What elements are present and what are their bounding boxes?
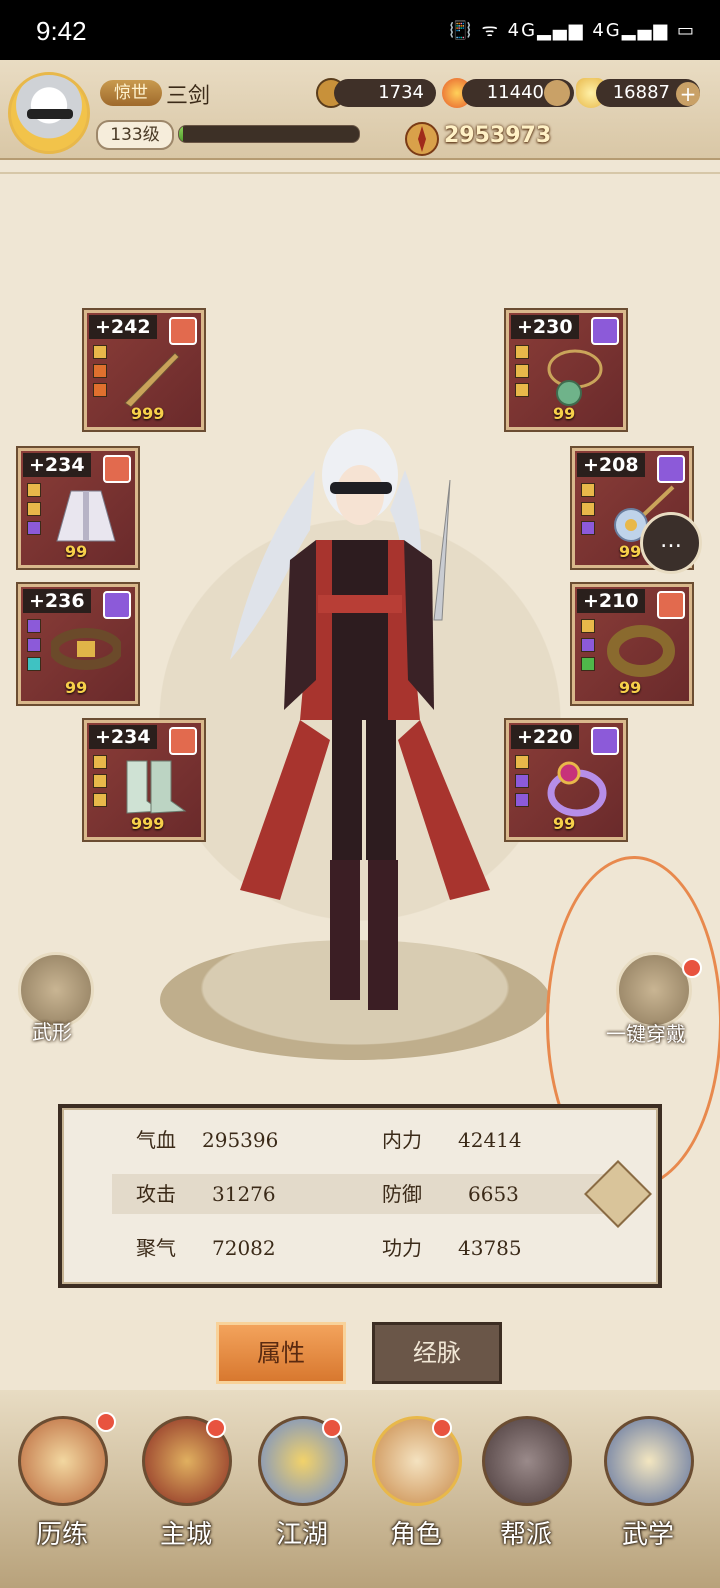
stat-label: 防御 <box>382 1182 422 1206</box>
training-icon <box>18 1416 108 1506</box>
exchange-icon[interactable] <box>544 80 570 106</box>
nav-item-main-city[interactable]: 主城 <box>136 1416 236 1576</box>
stat-label: 聚气 <box>136 1236 176 1260</box>
nav-label: 帮派 <box>499 1520 552 1550</box>
stat-value: 43785 <box>458 1236 522 1260</box>
item-count: 99 <box>65 542 88 561</box>
enhance-level: +230 <box>511 315 579 339</box>
equip-slot-bracer[interactable]: +210 99 <box>572 584 692 704</box>
stat-value: 6653 <box>468 1182 519 1206</box>
notification-dot <box>432 1418 452 1438</box>
nav-item-character[interactable]: 角色 <box>366 1416 466 1576</box>
scroll-icon <box>604 1416 694 1506</box>
xp-bar <box>178 125 360 143</box>
equip-slot-robe[interactable]: +234 99 <box>18 448 138 568</box>
combat-power-value: 2953973 <box>444 123 552 148</box>
tab-meridians[interactable]: 经脉 <box>372 1322 502 1384</box>
enhance-level: +234 <box>89 725 157 749</box>
stat-label: 攻击 <box>136 1182 176 1206</box>
quality-icon <box>657 591 685 619</box>
quality-icon <box>657 455 685 483</box>
quality-icon <box>103 591 131 619</box>
enhance-level: +242 <box>89 315 157 339</box>
nav-item-training[interactable]: 历练 <box>12 1412 116 1576</box>
item-count: 99 <box>619 678 642 697</box>
item-count: 999 <box>131 404 165 423</box>
combat-power-icon <box>405 122 439 156</box>
player-avatar[interactable] <box>8 72 90 154</box>
enhance-level: +208 <box>577 453 645 477</box>
chat-bubble-icon[interactable]: … <box>640 512 702 574</box>
item-count: 99 <box>65 678 88 697</box>
stat-value: 31276 <box>212 1182 276 1206</box>
belt-icon <box>51 628 121 670</box>
guild-icon <box>482 1416 572 1506</box>
notification-dot <box>96 1412 116 1432</box>
character-figure[interactable] <box>220 420 520 1020</box>
stats-row: 攻击 31276 防御 6653 <box>112 1174 612 1214</box>
nav-item-martial-arts[interactable]: 武学 <box>598 1416 698 1576</box>
equip-slot-boots[interactable]: +234 999 <box>84 720 204 840</box>
necklace-icon <box>547 349 603 406</box>
add-currency-button[interactable]: + <box>676 82 700 106</box>
martial-form-label: 武形 <box>32 1020 72 1044</box>
enhance-level: +210 <box>577 589 645 613</box>
enhance-level: +234 <box>23 453 91 477</box>
stat-label: 内力 <box>382 1128 422 1152</box>
nav-item-jianghu[interactable]: 江湖 <box>252 1416 352 1576</box>
enhance-level: +236 <box>23 589 91 613</box>
robe-icon <box>56 490 116 542</box>
stat-value: 42414 <box>458 1128 522 1152</box>
xp-fill <box>179 126 183 142</box>
item-count: 999 <box>131 814 165 833</box>
equip-slot-belt[interactable]: +236 99 <box>18 584 138 704</box>
stat-value: 72082 <box>212 1236 276 1260</box>
notification-dot <box>206 1418 226 1438</box>
clock: 9:42 <box>36 16 87 46</box>
equip-slot-necklace[interactable]: +230 99 <box>506 310 626 430</box>
copper-coin-value: 1734 <box>334 79 436 107</box>
quality-icon <box>169 317 197 345</box>
tab-attributes[interactable]: 属性 <box>216 1322 346 1384</box>
nav-label: 主城 <box>159 1520 212 1550</box>
item-count: 99 <box>619 542 642 561</box>
divider <box>0 172 720 174</box>
title-tag: 惊世 <box>100 80 162 106</box>
stat-label: 气血 <box>136 1128 176 1152</box>
item-count: 99 <box>553 814 576 833</box>
player-name: 三剑 <box>166 84 211 109</box>
equip-slot-weapon[interactable]: +242 999 <box>84 310 204 430</box>
item-count: 99 <box>553 404 576 423</box>
quality-icon <box>591 317 619 345</box>
sword-icon <box>124 352 180 408</box>
player-level: 133级 <box>96 120 174 150</box>
notification-dot <box>322 1418 342 1438</box>
nav-label: 江湖 <box>275 1520 328 1550</box>
nav-label: 武学 <box>621 1520 674 1550</box>
stats-row: 聚气 72082 功力 43785 <box>112 1228 612 1268</box>
nav-label: 历练 <box>35 1520 88 1550</box>
stat-value: 295396 <box>202 1128 279 1152</box>
status-bar: 9:42 📳 ᯤ 4G▂▄▆ 4G▂▄▆ ▭ <box>0 0 720 60</box>
bracer-icon <box>607 625 675 677</box>
stats-panel: 气血 295396 内力 42414 攻击 31276 防御 6653 聚气 7… <box>58 1104 662 1288</box>
ring-icon <box>547 761 607 817</box>
stat-label: 功力 <box>382 1236 422 1260</box>
nav-label: 角色 <box>389 1520 442 1550</box>
system-icons: 📳 ᯤ 4G▂▄▆ 4G▂▄▆ ▭ <box>449 20 696 41</box>
equip-slot-ring[interactable]: +220 99 <box>506 720 626 840</box>
quality-icon <box>169 727 197 755</box>
boots-icon <box>126 760 187 814</box>
quality-icon <box>591 727 619 755</box>
stats-row: 气血 295396 内力 42414 <box>112 1120 612 1160</box>
enhance-level: +220 <box>511 725 579 749</box>
nav-item-guild[interactable]: 帮派 <box>476 1416 576 1576</box>
quality-icon <box>103 455 131 483</box>
